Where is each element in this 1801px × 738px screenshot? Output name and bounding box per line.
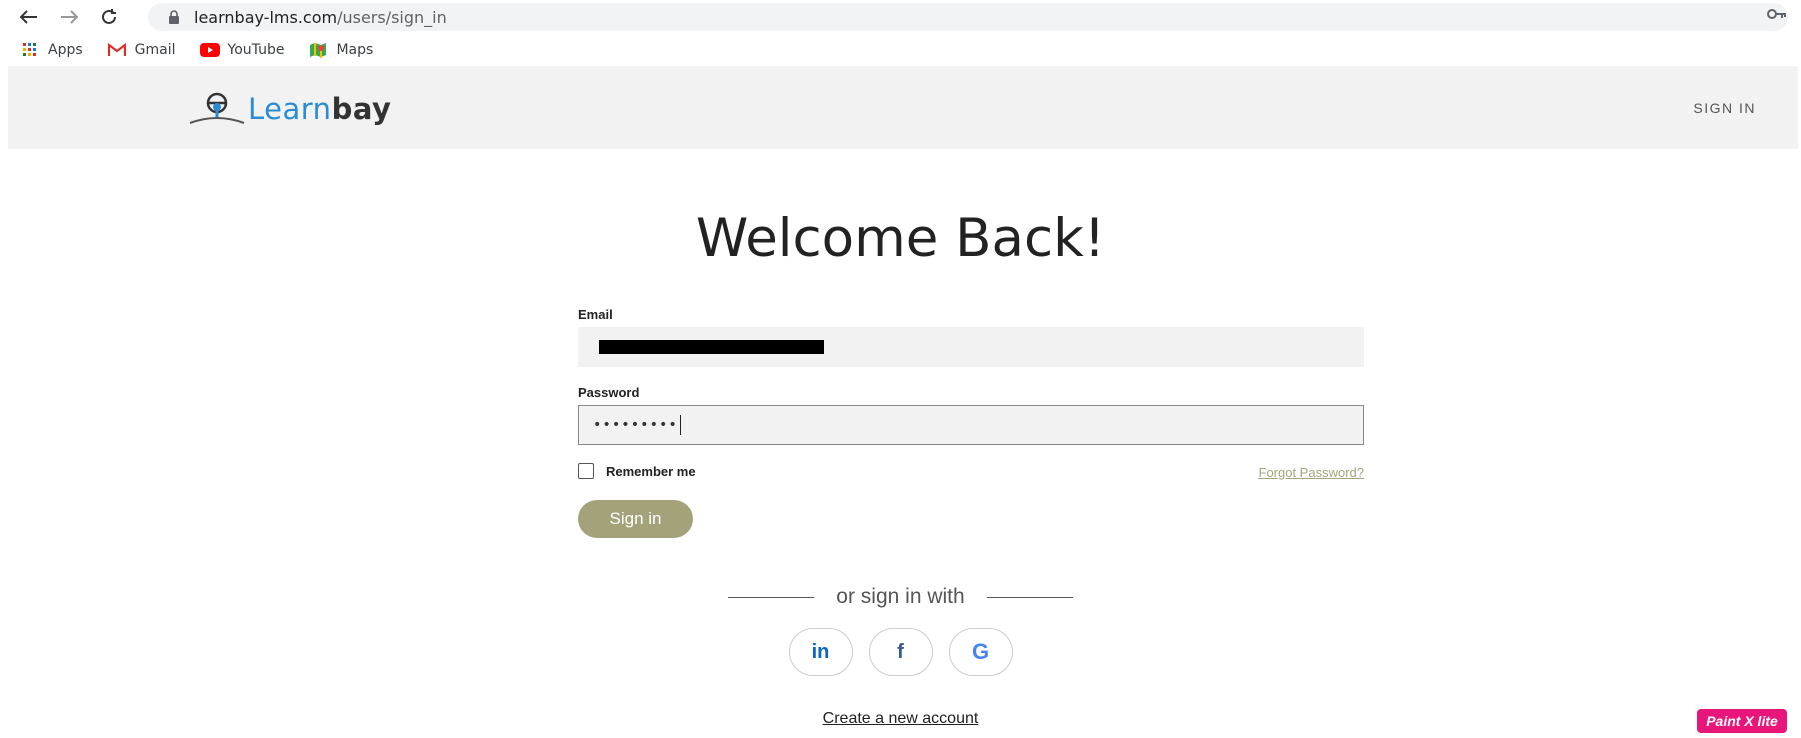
bookmark-gmail[interactable]: Gmail — [107, 42, 176, 58]
email-field[interactable] — [578, 327, 1364, 367]
sign-in-button[interactable]: Sign in — [578, 500, 693, 538]
password-field[interactable]: ••••••••• — [578, 405, 1364, 445]
facebook-login-button[interactable]: f — [868, 628, 933, 676]
url-text: learnbay-lms.com/users/sign_in — [194, 7, 447, 27]
text-caret — [679, 415, 681, 435]
or-divider: or sign in with — [0, 585, 1801, 609]
reload-button[interactable] — [96, 4, 122, 30]
bookmark-label: Maps — [336, 42, 374, 58]
facebook-icon: f — [897, 640, 904, 663]
key-icon[interactable] — [1767, 6, 1787, 22]
bookmark-label: Apps — [48, 42, 83, 58]
remember-me-checkbox[interactable] — [578, 463, 594, 479]
bookmark-youtube[interactable]: YouTube — [199, 42, 285, 58]
bookmarks-bar: Apps Gmail YouTube Maps — [0, 34, 1801, 66]
gmail-icon — [107, 42, 127, 58]
email-label: Email — [578, 307, 613, 322]
create-account-link[interactable]: Create a new account — [823, 710, 979, 727]
browser-toolbar: learnbay-lms.com/users/sign_in — [0, 0, 1801, 34]
password-value: ••••••••• — [593, 417, 678, 433]
divider-line — [728, 596, 815, 598]
bookmark-apps[interactable]: Apps — [20, 42, 83, 58]
logo-wordmark: Learnbay — [248, 92, 392, 126]
forward-arrow-icon — [61, 10, 78, 24]
google-login-button[interactable]: G — [948, 628, 1013, 676]
remember-me: Remember me — [578, 463, 696, 479]
forgot-password-link[interactable]: Forgot Password? — [1259, 465, 1365, 480]
linkedin-login-button[interactable]: in — [788, 628, 853, 676]
lock-icon — [168, 10, 182, 24]
header-sign-in-link[interactable]: SIGN IN — [1693, 100, 1756, 116]
maps-icon — [308, 42, 328, 58]
google-icon: G — [971, 639, 990, 664]
logo-person-icon — [189, 92, 245, 124]
site-header: Learnbay SIGN IN — [8, 66, 1798, 149]
divider-line — [986, 596, 1073, 598]
reload-icon — [102, 9, 116, 24]
youtube-icon — [199, 42, 220, 58]
bookmark-label: YouTube — [227, 42, 285, 58]
remember-me-label: Remember me — [606, 463, 696, 479]
forward-button[interactable] — [56, 4, 82, 30]
apps-grid-icon — [20, 42, 40, 58]
address-bar[interactable]: learnbay-lms.com/users/sign_in — [148, 3, 1788, 31]
learnbay-logo[interactable]: Learnbay — [186, 90, 410, 128]
bookmark-maps[interactable]: Maps — [308, 42, 373, 58]
social-login-buttons: in f G — [0, 628, 1801, 676]
page-title: Welcome Back! — [695, 208, 1106, 269]
or-sign-in-text: or sign in with — [836, 585, 965, 608]
back-arrow-icon — [20, 10, 37, 24]
linkedin-icon: in — [811, 640, 830, 663]
paint-x-lite-badge[interactable]: Paint X lite — [1697, 709, 1787, 733]
bookmark-label: Gmail — [134, 42, 176, 58]
back-button[interactable] — [16, 4, 42, 30]
redacted-email-value — [599, 340, 824, 354]
password-label: Password — [578, 385, 640, 400]
create-account-row: Create a new account — [0, 710, 1801, 728]
